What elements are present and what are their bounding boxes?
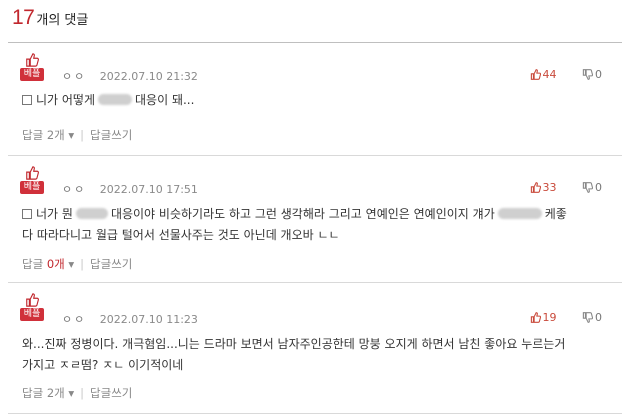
comment-author[interactable]: ㅇㅇ <box>62 70 86 83</box>
divider: | <box>80 257 85 271</box>
square-icon <box>22 95 32 105</box>
comment-text-line: 너가 뭔 대응이야 비슷하기라도 하고 그런 생각해라 그리고 연예인은 연예인이… <box>22 204 622 225</box>
reply-count: 2개 <box>46 128 65 142</box>
divider: | <box>80 128 85 142</box>
chevron-down-icon: ▾ <box>68 386 75 400</box>
comment-text: 니가 어떻게 대응이 돼... <box>22 90 622 111</box>
write-reply-button[interactable]: 답글쓰기 <box>90 128 132 142</box>
comment-meta: ㅇㅇ 2022.07.10 21:32 <box>62 68 198 84</box>
vote-group: 19 0 <box>530 311 602 324</box>
upvote-count: 33 <box>542 181 557 194</box>
vote-group: 33 0 <box>530 181 602 194</box>
comment-item: 베플 ㅇㅇ 2022.07.10 21:32 44 0 니가 어떻게 대응이 돼.… <box>8 43 622 156</box>
thumbs-up-icon <box>530 312 541 323</box>
write-reply-button[interactable]: 답글쓰기 <box>90 257 132 271</box>
comment-actions: 답글 2개 ▾ | 답글쓰기 <box>22 127 132 143</box>
upvote-count: 44 <box>542 68 557 81</box>
downvote-button[interactable]: 0 <box>582 68 602 81</box>
upvote-count: 19 <box>542 311 557 324</box>
comment-date: 2022.07.10 17:51 <box>99 183 198 196</box>
reply-label: 답글 <box>22 386 44 400</box>
write-reply-button[interactable]: 답글쓰기 <box>90 386 132 400</box>
reply-toggle[interactable]: 답글 2개 ▾ <box>22 128 74 142</box>
reply-toggle[interactable]: 답글 0개 ▾ <box>22 257 74 271</box>
reply-toggle[interactable]: 답글 2개 ▾ <box>22 386 74 400</box>
comment-text-line: 다 따라다니고 월급 털어서 선물사주는 것도 아닌데 개오바 ㄴㄴ <box>22 228 340 242</box>
thumbs-up-icon <box>26 53 39 67</box>
best-badge-label: 베플 <box>20 308 44 321</box>
square-icon <box>22 209 32 219</box>
thumbs-up-icon <box>530 69 541 80</box>
comment-author[interactable]: ㅇㅇ <box>62 183 86 196</box>
comment-meta: ㅇㅇ 2022.07.10 11:23 <box>62 311 198 327</box>
thumbs-up-icon <box>530 182 541 193</box>
thumbs-up-icon <box>26 166 39 180</box>
thumbs-down-icon <box>582 312 594 323</box>
divider: | <box>80 386 85 400</box>
comment-text-part: 니가 어떻게 <box>36 93 96 107</box>
reply-label: 답글 <box>22 257 44 271</box>
best-badge-label: 베플 <box>20 181 44 194</box>
downvote-count: 0 <box>595 68 602 81</box>
comment-item: 베플 ㅇㅇ 2022.07.10 17:51 33 0 너가 뭔 대응이야 비슷하… <box>8 156 622 283</box>
best-badge: 베플 <box>20 293 44 321</box>
vote-group: 44 0 <box>530 68 602 81</box>
comment-date: 2022.07.10 11:23 <box>99 313 198 326</box>
best-badge: 베플 <box>20 53 44 81</box>
thumbs-down-icon <box>582 69 594 80</box>
reply-label: 답글 <box>22 128 44 142</box>
comment-actions: 답글 2개 ▾ | 답글쓰기 <box>22 385 132 401</box>
comment-count: 17 <box>12 6 35 29</box>
comment-text-line: 와...진짜 정병이다. 개극혐임...니는 드라마 보면서 남자주인공한테 망… <box>22 337 566 351</box>
comment-text-part: 케좋 <box>544 207 567 221</box>
redacted-blur <box>98 94 133 105</box>
comment-text: 와...진짜 정병이다. 개극혐임...니는 드라마 보면서 남자주인공한테 망… <box>22 334 622 376</box>
comment-text-part: 너가 뭔 <box>36 207 73 221</box>
comment-text: 너가 뭔 대응이야 비슷하기라도 하고 그런 생각해라 그리고 연예인은 연예인이… <box>22 204 622 246</box>
downvote-button[interactable]: 0 <box>582 311 602 324</box>
comment-meta: ㅇㅇ 2022.07.10 17:51 <box>62 181 198 197</box>
comment-author[interactable]: ㅇㅇ <box>62 313 86 326</box>
reply-count: 2개 <box>46 386 65 400</box>
comment-text-part: 대응이 돼... <box>135 93 195 107</box>
best-badge-label: 베플 <box>20 68 44 81</box>
redacted-blur <box>497 208 542 219</box>
upvote-button[interactable]: 19 <box>530 311 557 324</box>
reply-count: 0개 <box>46 257 65 271</box>
comment-item: 베플 ㅇㅇ 2022.07.10 11:23 19 0 와...진짜 정병이다.… <box>8 283 622 414</box>
chevron-down-icon: ▾ <box>68 257 75 271</box>
comment-actions: 답글 0개 ▾ | 답글쓰기 <box>22 256 132 272</box>
chevron-down-icon: ▾ <box>68 128 75 142</box>
upvote-button[interactable]: 33 <box>530 181 557 194</box>
downvote-count: 0 <box>595 181 602 194</box>
downvote-button[interactable]: 0 <box>582 181 602 194</box>
comment-text-line: 가지고 ㅈㄹ떰? ㅈㄴ 이기적이네 <box>22 358 184 372</box>
comment-header: 17 개의 댓글 <box>12 6 88 36</box>
comment-text-part: 대응이야 비슷하기라도 하고 그런 생각해라 그리고 연예인은 연예인이지 걔가 <box>110 207 495 221</box>
best-badge: 베플 <box>20 166 44 194</box>
redacted-blur <box>75 208 108 219</box>
downvote-count: 0 <box>595 311 602 324</box>
thumbs-up-icon <box>26 293 39 307</box>
comment-count-label: 개의 댓글 <box>36 13 89 28</box>
comment-date: 2022.07.10 21:32 <box>99 70 198 83</box>
upvote-button[interactable]: 44 <box>530 68 557 81</box>
thumbs-down-icon <box>582 182 594 193</box>
